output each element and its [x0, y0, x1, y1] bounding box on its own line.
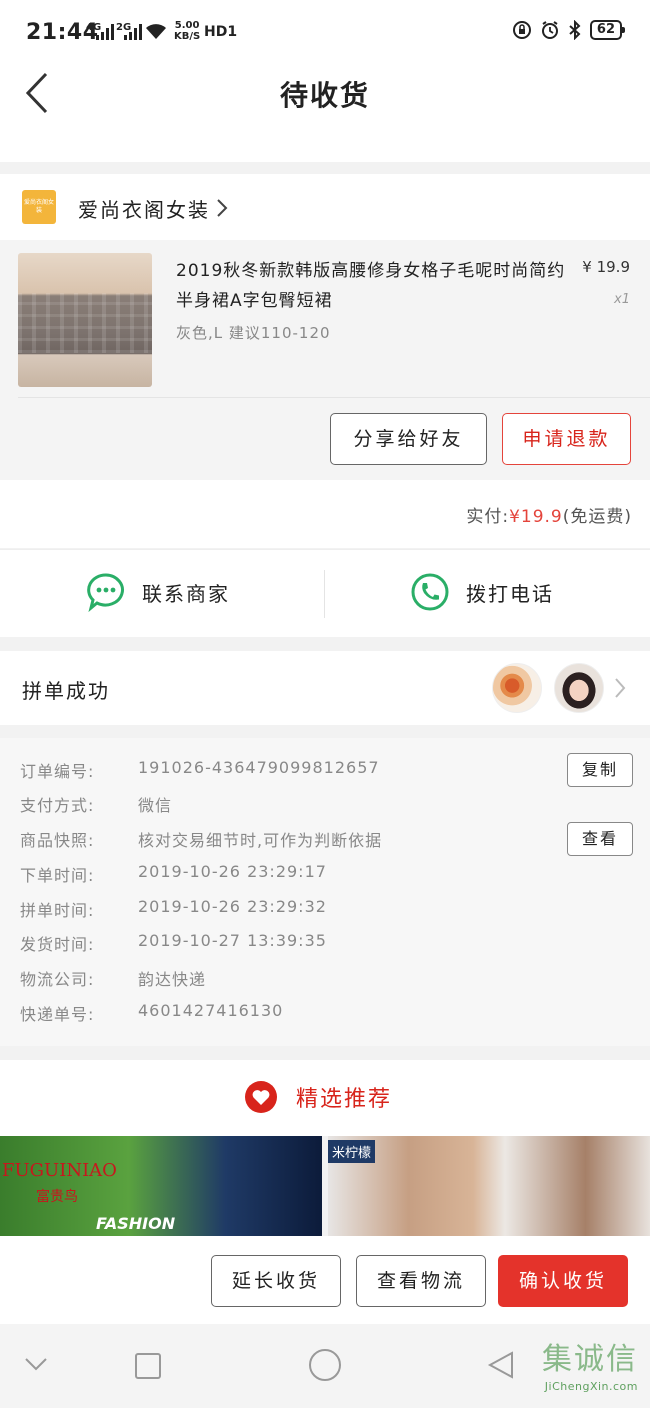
brand-logo-text: FUGUINIAO [2, 1160, 117, 1181]
heart-icon [245, 1081, 277, 1113]
recent-apps-icon[interactable] [134, 1352, 162, 1380]
recommend-item-image[interactable]: FUGUINIAO 富贵鸟 FASHION [0, 1136, 322, 1236]
product-quantity: x1 [614, 292, 630, 307]
order-info: 订单编号: 191026-436479099812657 复制 支付方式: 微信… [0, 738, 650, 1046]
tracking-number-row: 快递单号: 4601427416130 [20, 1001, 283, 1035]
info-value: 核对交易细节时,可作为判断依据 [138, 831, 383, 850]
status-bar: 21:44 4G 2G 5.00 KB/S HD1 62 [0, 0, 650, 62]
carrier-row: 物流公司: 韵达快递 [20, 966, 206, 1000]
divider [324, 570, 325, 618]
shoe-text: FASHION [96, 1214, 176, 1233]
page-title: 待收货 [279, 79, 370, 112]
extend-receipt-button[interactable]: 延长收货 [211, 1255, 341, 1307]
info-value: 4601427416130 [138, 1001, 284, 1020]
rotation-lock-icon [512, 21, 531, 39]
avatar [492, 663, 542, 713]
order-number-row: 订单编号: 191026-436479099812657 [20, 758, 380, 792]
bluetooth-icon [569, 20, 581, 40]
group-buy-label: 拼单成功 [22, 679, 110, 703]
group-time-row: 拼单时间: 2019-10-26 23:29:32 [20, 897, 327, 931]
home-icon[interactable] [308, 1348, 342, 1382]
contact-merchant-button[interactable]: 联系商家 [86, 572, 230, 612]
confirm-receipt-button[interactable]: 确认收货 [498, 1255, 628, 1307]
chat-bubble-icon [87, 573, 124, 612]
product-title[interactable]: 2019秋冬新款韩版高腰修身女格子毛呢时尚简约半身裙A字包臀短裙 [176, 256, 566, 316]
snapshot-row: 商品快照: 核对交易细节时,可作为判断依据 [20, 827, 382, 861]
info-label: 商品快照: [20, 831, 95, 850]
recommend-title: 精选推荐 [244, 1080, 392, 1114]
chevron-right-icon [615, 678, 626, 698]
paid-amount-text: 实付:¥19.9(免运费) [466, 502, 632, 527]
shop-name[interactable]: 爱尚衣阁女装 [78, 194, 210, 223]
recommend-item-image[interactable]: 米柠檬 [328, 1136, 650, 1236]
info-label: 物流公司: [20, 970, 95, 989]
watermark: 集诚信 JiChengXin.com [522, 1332, 646, 1402]
refund-button[interactable]: 申请退款 [502, 413, 631, 465]
info-label: 订单编号: [20, 762, 95, 781]
shop-logo: 爱尚衣阁女装 [22, 190, 56, 224]
wifi-icon [146, 24, 166, 39]
watermark-text: 集诚信 [542, 1342, 638, 1377]
recommend-header: 精选推荐 [0, 1060, 650, 1136]
shipping-note: (免运费) [562, 507, 632, 527]
signal-icon [124, 24, 142, 40]
info-value: 2019-10-27 13:39:35 [138, 931, 327, 950]
info-value: 191026-436479099812657 [138, 758, 380, 777]
payment-method-row: 支付方式: 微信 [20, 792, 172, 826]
call-phone-button[interactable]: 拨打电话 [410, 572, 554, 612]
page-header: 待收货 [0, 62, 650, 162]
share-button[interactable]: 分享给好友 [330, 413, 487, 465]
product-card[interactable]: 2019秋冬新款韩版高腰修身女格子毛呢时尚简约半身裙A字包臀短裙 灰色,L 建议… [0, 240, 650, 480]
watermark-url: JiChengXin.com [544, 1380, 638, 1393]
info-label: 发货时间: [20, 935, 95, 954]
paid-label: 实付: [466, 507, 510, 527]
info-label: 下单时间: [20, 866, 95, 885]
info-label: 支付方式: [20, 796, 95, 815]
copy-button[interactable]: 复制 [567, 753, 633, 787]
avatar [554, 663, 604, 713]
info-value: 微信 [138, 796, 173, 815]
network-speed: 5.00 KB/S [174, 20, 200, 42]
back-triangle-icon[interactable] [486, 1350, 516, 1380]
product-price: ¥ 19.9 [582, 258, 630, 276]
info-value: 2019-10-26 23:29:32 [138, 897, 327, 916]
speed-unit: KB/S [174, 31, 201, 42]
hd-voice-icon: HD1 [204, 24, 238, 40]
recommend-title-label: 精选推荐 [296, 1087, 393, 1112]
phone-icon [411, 573, 449, 611]
divider [18, 397, 650, 398]
info-label: 拼单时间: [20, 901, 95, 920]
contact-row: 联系商家 拨打电话 [0, 549, 650, 637]
payment-summary: 实付:¥19.9(免运费) [0, 480, 650, 548]
battery-icon: 62 [589, 20, 626, 40]
signal-icon [96, 24, 114, 40]
status-right-group: 62 [512, 20, 626, 40]
chevron-right-icon [217, 199, 228, 217]
chevron-down-icon[interactable] [24, 1356, 48, 1372]
ship-time-row: 发货时间: 2019-10-27 13:39:35 [20, 931, 327, 965]
brand-logo-text: 米柠檬 [328, 1140, 376, 1163]
product-spec: 灰色,L 建议110-120 [176, 324, 331, 342]
bottom-action-bar: 延长收货 查看物流 确认收货 [0, 1236, 650, 1324]
info-label: 快递单号: [20, 1005, 95, 1024]
contact-merchant-label: 联系商家 [142, 581, 230, 606]
order-time-row: 下单时间: 2019-10-26 23:29:17 [20, 862, 327, 896]
view-logistics-button[interactable]: 查看物流 [356, 1255, 486, 1307]
alarm-icon [541, 21, 558, 39]
view-snapshot-button[interactable]: 查看 [567, 822, 633, 856]
brand-logo-cn: 富贵鸟 [36, 1189, 78, 1205]
paid-amount: ¥19.9 [509, 507, 563, 527]
product-image[interactable] [18, 253, 152, 387]
info-value: 韵达快递 [138, 970, 207, 989]
system-nav-bar: 集诚信 JiChengXin.com [0, 1324, 650, 1408]
call-phone-label: 拨打电话 [466, 581, 554, 606]
info-value: 2019-10-26 23:29:17 [138, 862, 327, 881]
speed-value: 5.00 [174, 20, 200, 31]
shop-header[interactable]: 爱尚衣阁女装 爱尚衣阁女装 [0, 174, 650, 240]
group-buy-row[interactable]: 拼单成功 [0, 651, 650, 725]
